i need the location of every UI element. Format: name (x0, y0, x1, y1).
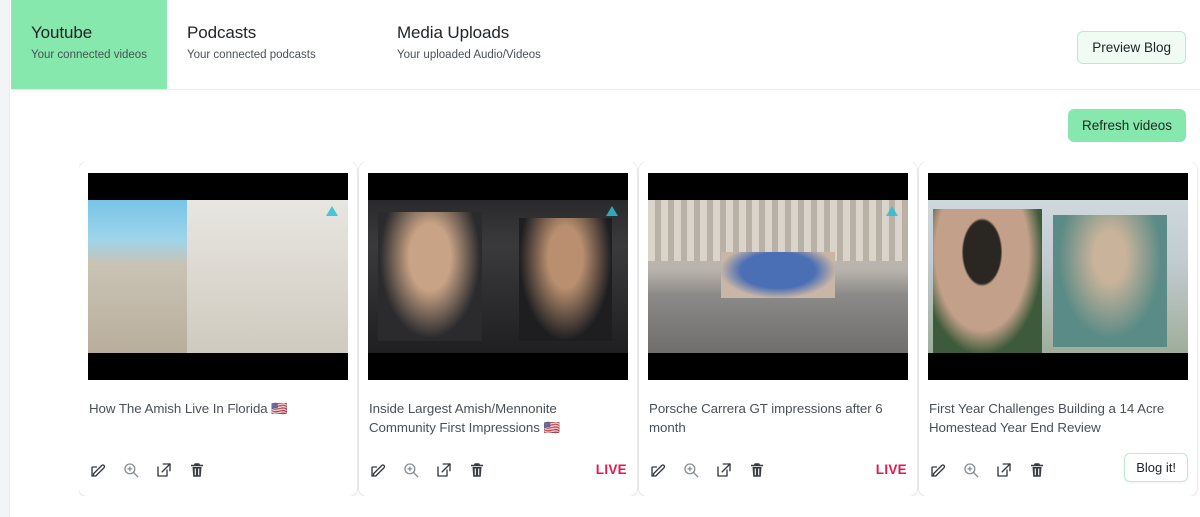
video-actions (369, 461, 486, 479)
video-actions (89, 461, 206, 479)
edit-icon[interactable] (369, 461, 387, 479)
video-thumbnail[interactable] (368, 173, 628, 380)
blog-it-button[interactable]: Blog it! (1124, 453, 1188, 482)
video-thumbnail[interactable] (648, 173, 908, 380)
tab-youtube-subtitle: Your connected videos (31, 49, 147, 61)
youtube-videos-page: Youtube Your connected videos Podcasts Y… (0, 0, 1200, 517)
live-badge: LIVE (595, 462, 627, 477)
edit-icon[interactable] (929, 461, 947, 479)
page-header: Youtube Your connected videos Podcasts Y… (11, 0, 1200, 90)
external-link-icon[interactable] (435, 461, 453, 479)
thumbnail-frame (88, 200, 348, 353)
thumbnail-frame (648, 200, 908, 353)
thumbnail-frame (368, 200, 628, 353)
magnify-plus-icon[interactable] (402, 461, 420, 479)
trash-icon[interactable] (748, 461, 766, 479)
tab-bar: Youtube Your connected videos Podcasts Y… (11, 0, 587, 89)
tab-media-uploads-subtitle: Your uploaded Audio/Videos (397, 49, 541, 61)
tab-podcasts-title: Podcasts (187, 23, 257, 42)
tab-media-uploads-title: Media Uploads (397, 23, 510, 42)
video-card[interactable]: First Year Challenges Building a 14 Acre… (919, 162, 1197, 496)
trash-icon[interactable] (468, 461, 486, 479)
video-card[interactable]: Porsche Carrera GT impressions after 6 m… (639, 162, 917, 496)
video-title: Inside Largest Amish/Mennonite Community… (369, 401, 560, 435)
watermark-icon (606, 206, 618, 216)
video-thumbnail[interactable] (928, 173, 1188, 380)
magnify-plus-icon[interactable] (962, 461, 980, 479)
video-card[interactable]: Inside Largest Amish/Mennonite Community… (359, 162, 637, 496)
toolbar: Refresh videos (11, 90, 1200, 162)
external-link-icon[interactable] (995, 461, 1013, 479)
video-actions (649, 461, 766, 479)
magnify-plus-icon[interactable] (682, 461, 700, 479)
tab-podcasts[interactable]: Podcasts Your connected podcasts (167, 0, 377, 89)
watermark-icon (326, 206, 338, 216)
edit-icon[interactable] (89, 461, 107, 479)
refresh-videos-button[interactable]: Refresh videos (1067, 109, 1186, 142)
video-card[interactable]: How The Amish Live In Florida 🇺🇸 (79, 162, 357, 496)
trash-icon[interactable] (188, 461, 206, 479)
magnify-plus-icon[interactable] (122, 461, 140, 479)
live-badge: LIVE (875, 462, 907, 477)
thumbnail-frame (928, 200, 1188, 353)
video-title: Porsche Carrera GT impressions after 6 m… (649, 401, 883, 435)
trash-icon[interactable] (1028, 461, 1046, 479)
tab-youtube-title: Youtube (31, 23, 93, 42)
video-card-list: How The Amish Live In Florida 🇺🇸 Inside … (79, 162, 1200, 496)
left-gutter (0, 0, 10, 517)
video-title: How The Amish Live In Florida 🇺🇸 (89, 401, 288, 416)
video-actions (929, 461, 1046, 479)
watermark-icon (886, 206, 898, 216)
tab-media-uploads[interactable]: Media Uploads Your uploaded Audio/Videos (377, 0, 587, 89)
external-link-icon[interactable] (715, 461, 733, 479)
preview-blog-button[interactable]: Preview Blog (1077, 31, 1186, 64)
video-thumbnail[interactable] (88, 173, 348, 380)
external-link-icon[interactable] (155, 461, 173, 479)
edit-icon[interactable] (649, 461, 667, 479)
video-title: First Year Challenges Building a 14 Acre… (929, 401, 1165, 435)
tab-podcasts-subtitle: Your connected podcasts (187, 49, 316, 61)
tab-youtube[interactable]: Youtube Your connected videos (11, 0, 167, 89)
